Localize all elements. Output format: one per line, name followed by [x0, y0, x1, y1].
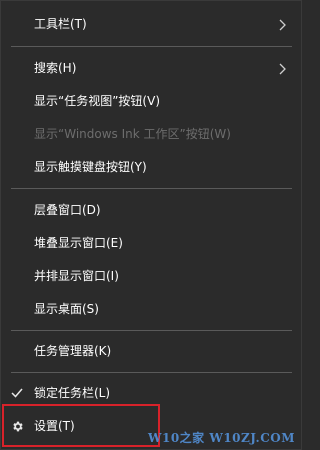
menu-item-toolbars[interactable]: 工具栏(T) [1, 8, 301, 41]
menu-item-show-task-view[interactable]: 显示“任务视图”按钮(V) [1, 85, 301, 118]
settings-highlight-box [2, 404, 160, 447]
menu-item-side-by-side[interactable]: 并排显示窗口(I) [1, 260, 301, 293]
menu-item-show-task-view-label: 显示“任务视图”按钮(V) [34, 94, 161, 108]
taskbar-context-menu: 工具栏(T) 搜索(H) 显示“任务视图”按钮(V) 显示“Windows In… [0, 0, 302, 450]
menu-item-search-label: 搜索(H) [34, 61, 77, 75]
menu-item-show-ink-workspace-label: 显示“Windows Ink 工作区”按钮(W) [34, 127, 231, 141]
menu-item-show-desktop-label: 显示桌面(S) [34, 302, 99, 316]
menu-item-show-touch-keyboard-label: 显示触摸键盘按钮(Y) [34, 160, 147, 174]
chevron-right-icon [279, 8, 289, 41]
menu-item-task-manager-label: 任务管理器(K) [34, 344, 112, 358]
menu-item-toolbars-label: 工具栏(T) [34, 17, 87, 31]
menu-item-show-ink-workspace: 显示“Windows Ink 工作区”按钮(W) [1, 118, 301, 151]
menu-item-task-manager[interactable]: 任务管理器(K) [1, 335, 301, 368]
menu-separator [11, 330, 292, 331]
menu-item-show-touch-keyboard[interactable]: 显示触摸键盘按钮(Y) [1, 151, 301, 184]
menu-separator [11, 372, 292, 373]
menu-item-cascade[interactable]: 层叠窗口(D) [1, 194, 301, 227]
menu-item-search[interactable]: 搜索(H) [1, 52, 301, 85]
site-watermark: W10之家 W10ZJ.COM [148, 431, 296, 445]
chevron-right-icon [279, 52, 289, 85]
menu-separator [11, 46, 292, 47]
menu-item-stacked-label: 堆叠显示窗口(E) [34, 236, 123, 250]
menu-item-lock-taskbar-label: 锁定任务栏(L) [34, 386, 111, 400]
menu-item-show-desktop[interactable]: 显示桌面(S) [1, 293, 301, 326]
menu-item-side-by-side-label: 并排显示窗口(I) [34, 269, 119, 283]
menu-item-cascade-label: 层叠窗口(D) [34, 203, 101, 217]
menu-separator [11, 188, 292, 189]
menu-item-stacked[interactable]: 堆叠显示窗口(E) [1, 227, 301, 260]
